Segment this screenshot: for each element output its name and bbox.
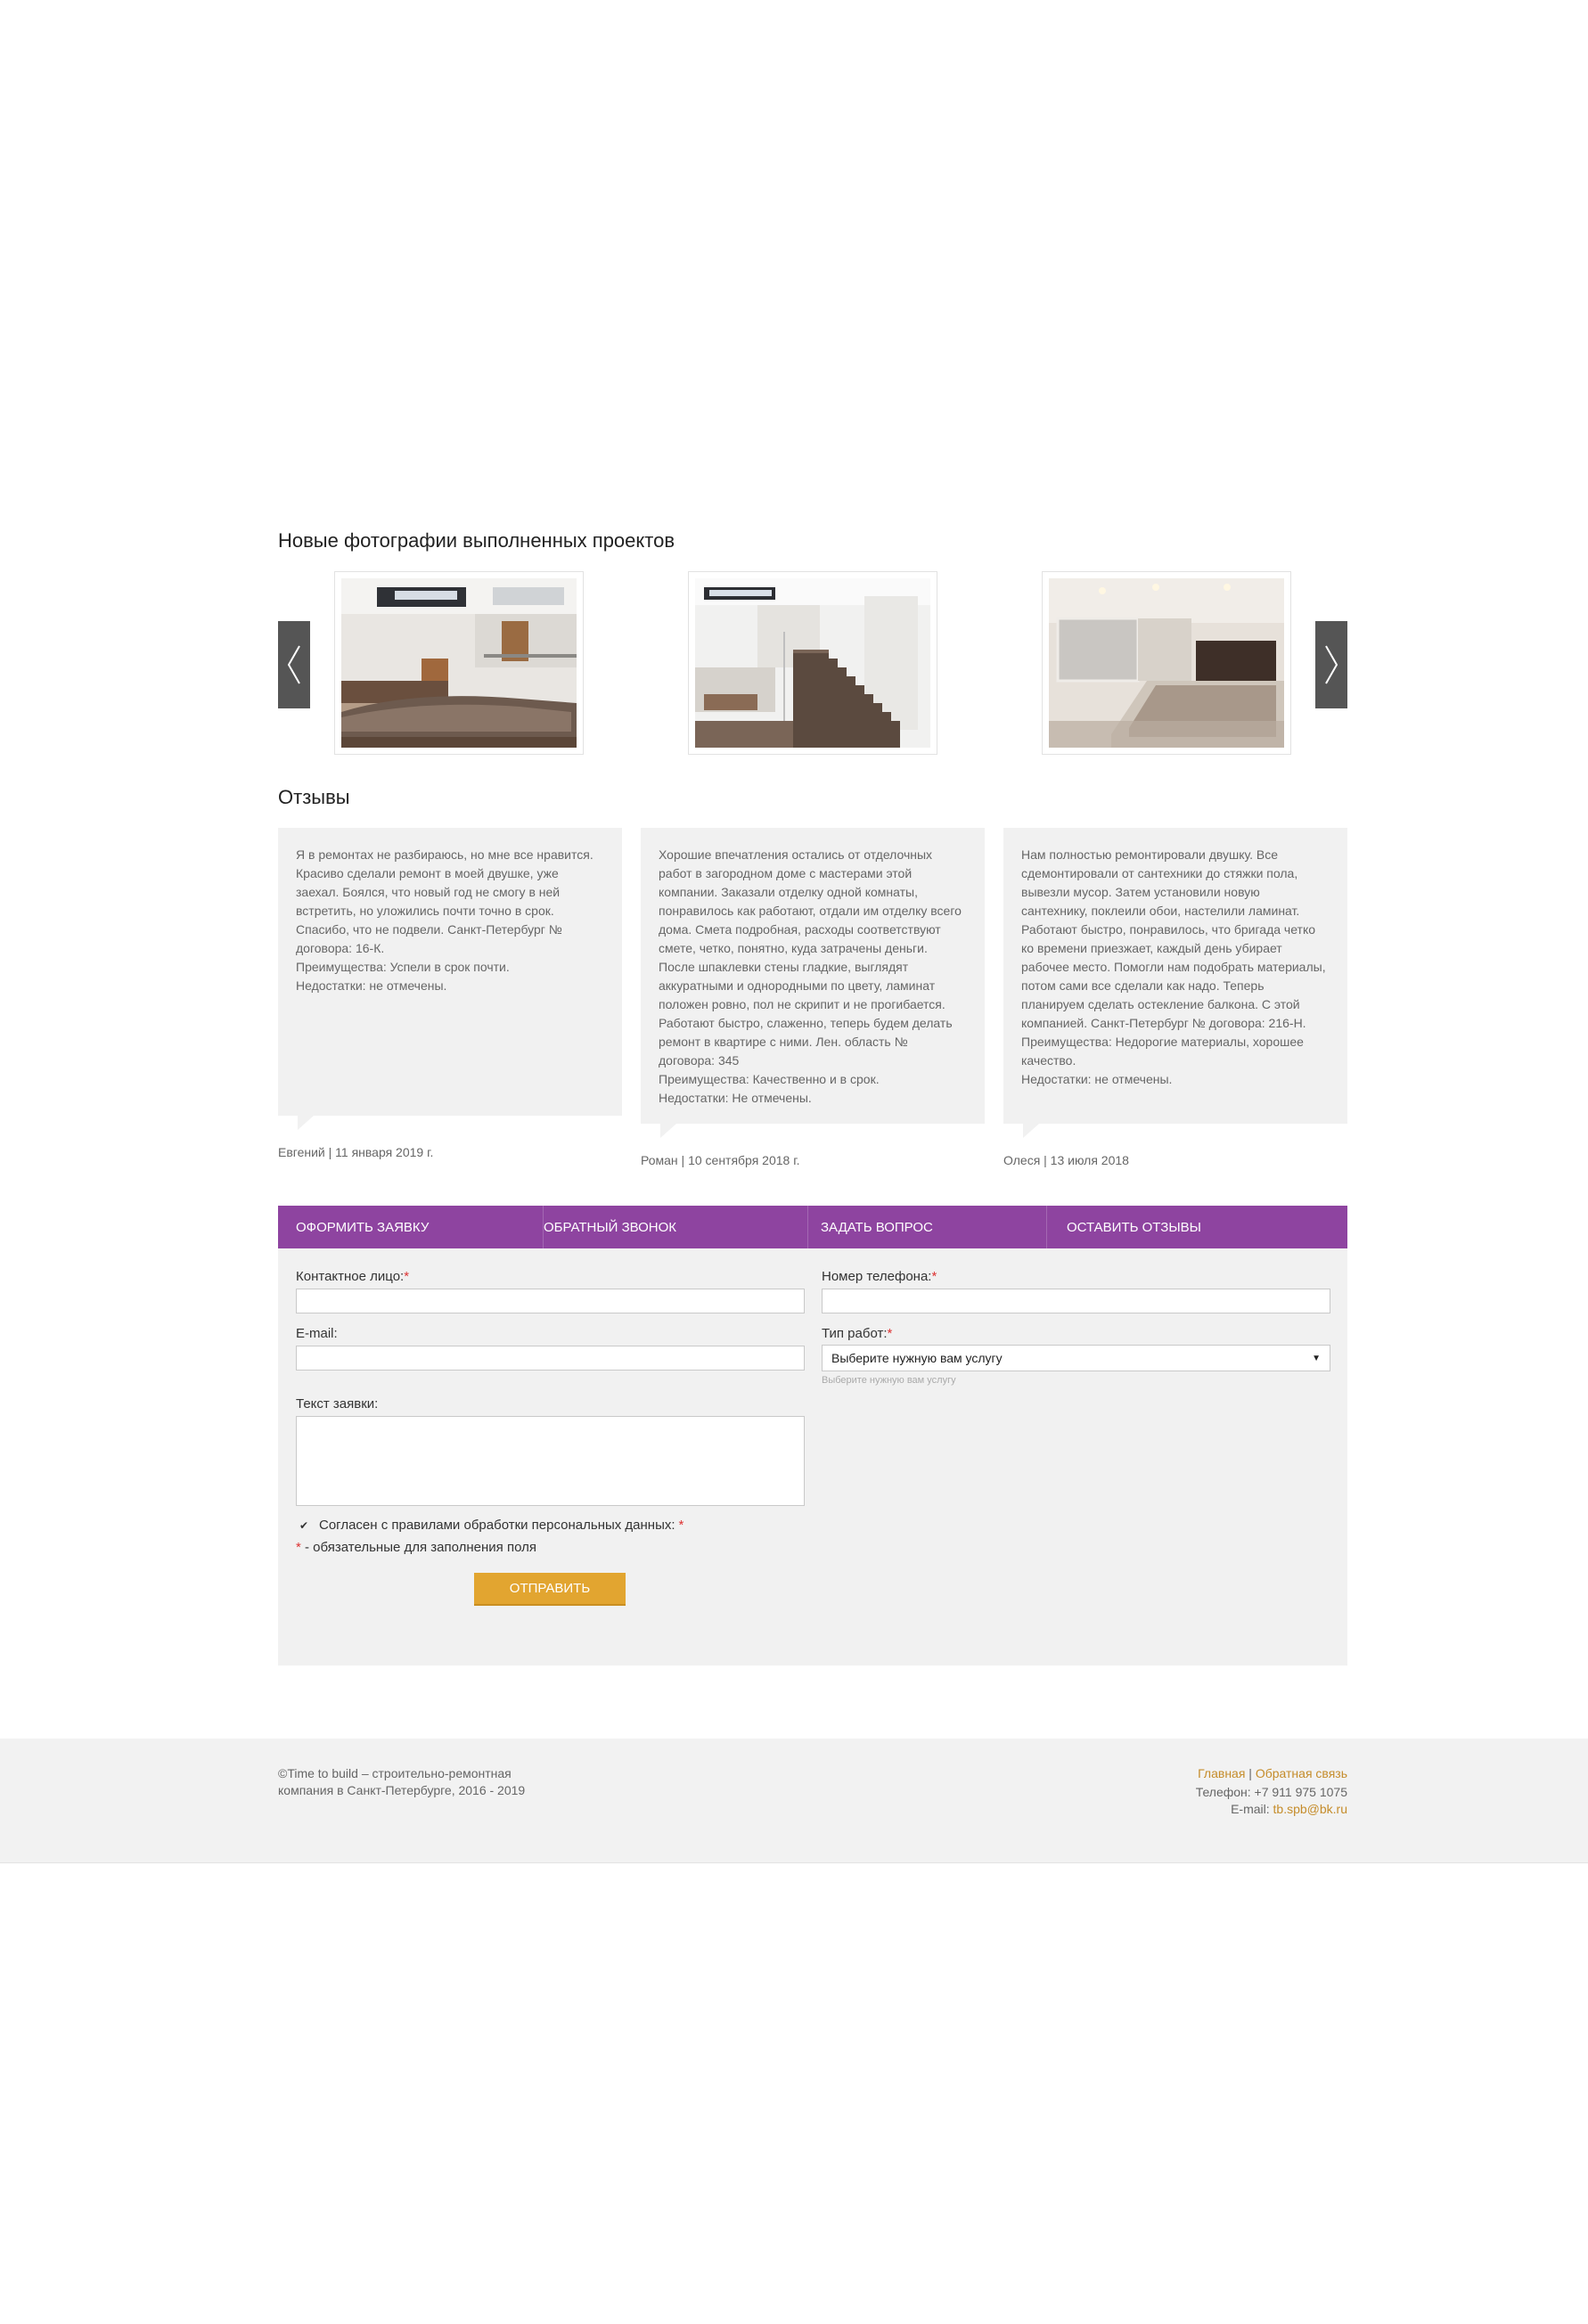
review-text: Я в ремонтах не разбираюсь, но мне все н… bbox=[296, 847, 593, 993]
footer-link-home[interactable]: Главная bbox=[1198, 1766, 1245, 1780]
submit-button[interactable]: Отправить bbox=[474, 1573, 626, 1606]
footer: ©Time to build – строительно-ремонтная к… bbox=[0, 1739, 1588, 1863]
review-text: Нам полностью ремонтировали двушку. Все … bbox=[1021, 847, 1326, 1086]
required-note: * - обязательные для заполнения поля bbox=[296, 1540, 536, 1555]
review-author: Евгений | 11 января 2019 г. bbox=[278, 1145, 434, 1159]
footer-email: E-mail: tb.spb@bk.ru bbox=[1231, 1802, 1347, 1816]
message-textarea[interactable] bbox=[296, 1416, 805, 1506]
staircase-photo bbox=[695, 578, 930, 748]
gallery-photo-living-room[interactable] bbox=[334, 571, 584, 755]
form-tabs: Оформить заявку Обратный звонок Задать в… bbox=[278, 1206, 1347, 1248]
consent-label: Согласен с правилами обработки персональ… bbox=[319, 1518, 675, 1533]
tab-callback[interactable]: Обратный звонок bbox=[543, 1206, 807, 1248]
work-type-select[interactable]: Выберите нужную вам услугу ▼ bbox=[822, 1345, 1330, 1371]
phone-input[interactable] bbox=[822, 1289, 1330, 1313]
copyright: ©Time to build – строительно-ремонтная к… bbox=[278, 1766, 526, 1797]
review-card-2: Хорошие впечатления остались от отделочн… bbox=[641, 828, 985, 1138]
consent-checkbox[interactable]: ✔ bbox=[299, 1520, 310, 1531]
phone-label: Номер телефона:* bbox=[822, 1269, 937, 1284]
email-label: E-mail: bbox=[296, 1326, 338, 1341]
gallery-next-button[interactable] bbox=[1315, 621, 1347, 708]
consent-row: ✔ Согласен с правилами обработки персона… bbox=[299, 1518, 684, 1533]
review-card-3: Нам полностью ремонтировали двушку. Все … bbox=[1003, 828, 1347, 1138]
reviews-title: Отзывы bbox=[278, 786, 350, 808]
work-type-selected: Выберите нужную вам услугу bbox=[831, 1351, 1003, 1365]
footer-link-feedback[interactable]: Обратная связь bbox=[1256, 1766, 1347, 1780]
email-input[interactable] bbox=[296, 1346, 805, 1371]
tab-order[interactable]: Оформить заявку bbox=[278, 1206, 543, 1248]
footer-email-link[interactable]: tb.spb@bk.ru bbox=[1273, 1802, 1347, 1816]
review-card-1: Я в ремонтах не разбираюсь, но мне все н… bbox=[278, 828, 622, 1130]
chevron-right-icon bbox=[1325, 645, 1338, 684]
gallery-title: Новые фотографии выполненных проектов bbox=[278, 529, 675, 552]
chevron-left-icon bbox=[287, 645, 300, 684]
tab-review[interactable]: Оставить отзывы bbox=[1046, 1206, 1347, 1248]
footer-links: Главная | Обратная связь bbox=[1198, 1766, 1347, 1780]
gallery-photo-bedroom[interactable] bbox=[1042, 571, 1291, 755]
message-label: Текст заявки: bbox=[296, 1396, 379, 1412]
contact-name-input[interactable] bbox=[296, 1289, 805, 1313]
review-author: Роман | 10 сентября 2018 г. bbox=[641, 1153, 800, 1167]
living-room-photo bbox=[341, 578, 577, 748]
review-author: Олеся | 13 июля 2018 bbox=[1003, 1153, 1129, 1167]
bedroom-photo bbox=[1049, 578, 1284, 748]
footer-phone: Телефон: +7 911 975 1075 bbox=[1195, 1785, 1347, 1799]
tab-question[interactable]: Задать вопрос bbox=[807, 1206, 1046, 1248]
gallery-prev-button[interactable] bbox=[278, 621, 310, 708]
dropdown-arrow-icon: ▼ bbox=[1312, 1353, 1321, 1363]
footer-contacts: Главная | Обратная связь Телефон: +7 911… bbox=[1196, 1765, 1347, 1818]
contact-label: Контактное лицо:* bbox=[296, 1269, 410, 1284]
work-type-label: Тип работ:* bbox=[822, 1326, 893, 1341]
request-form: Контактное лицо:* Номер телефона:* E-mai… bbox=[278, 1248, 1347, 1665]
work-type-hint: Выберите нужную вам услугу bbox=[822, 1375, 956, 1386]
review-text: Хорошие впечатления остались от отделочн… bbox=[659, 847, 962, 1105]
gallery-photo-staircase[interactable] bbox=[688, 571, 937, 755]
